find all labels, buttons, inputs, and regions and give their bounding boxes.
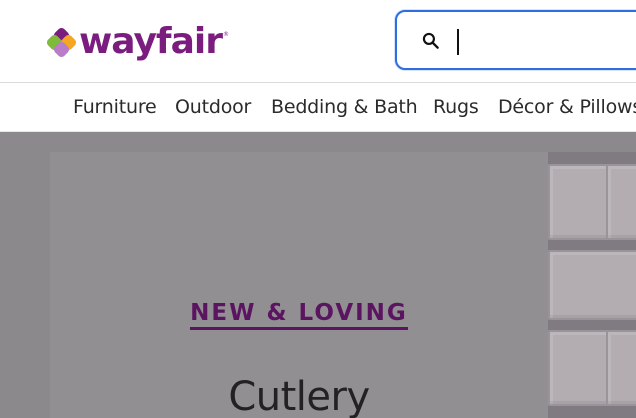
logo-trademark: ® <box>222 30 229 38</box>
nav-item-rugs[interactable]: Rugs <box>433 96 479 118</box>
hero-image-tiles <box>548 152 636 418</box>
hero-eyebrow[interactable]: NEW & LOVING <box>50 300 548 330</box>
nav-item-bedding-bath[interactable]: Bedding & Bath <box>271 96 418 118</box>
hero-banner[interactable]: NEW & LOVING Cutlery <box>0 132 636 418</box>
wayfair-logo[interactable]: wayfair ® <box>45 21 229 62</box>
tile <box>548 330 612 406</box>
hero-title: Cutlery <box>228 374 370 418</box>
tile <box>548 250 636 320</box>
tile <box>548 164 612 240</box>
category-nav: Furniture Outdoor Bedding & Bath Rugs Dé… <box>0 84 636 132</box>
search-icon[interactable] <box>421 31 441 51</box>
nav-item-outdoor[interactable]: Outdoor <box>175 96 251 118</box>
nav-item-decor-pillows[interactable]: Décor & Pillows <box>498 96 636 118</box>
wayfair-logo-mark-icon <box>45 26 78 59</box>
site-header: wayfair ® <box>0 0 636 83</box>
tile <box>606 164 636 240</box>
tile <box>606 330 636 406</box>
nav-item-furniture[interactable]: Furniture <box>73 96 157 118</box>
logo-wordmark: wayfair <box>79 21 223 62</box>
hero-eyebrow-label[interactable]: NEW & LOVING <box>190 300 408 330</box>
search-input-caret[interactable] <box>457 29 459 55</box>
search-box[interactable] <box>395 10 636 70</box>
